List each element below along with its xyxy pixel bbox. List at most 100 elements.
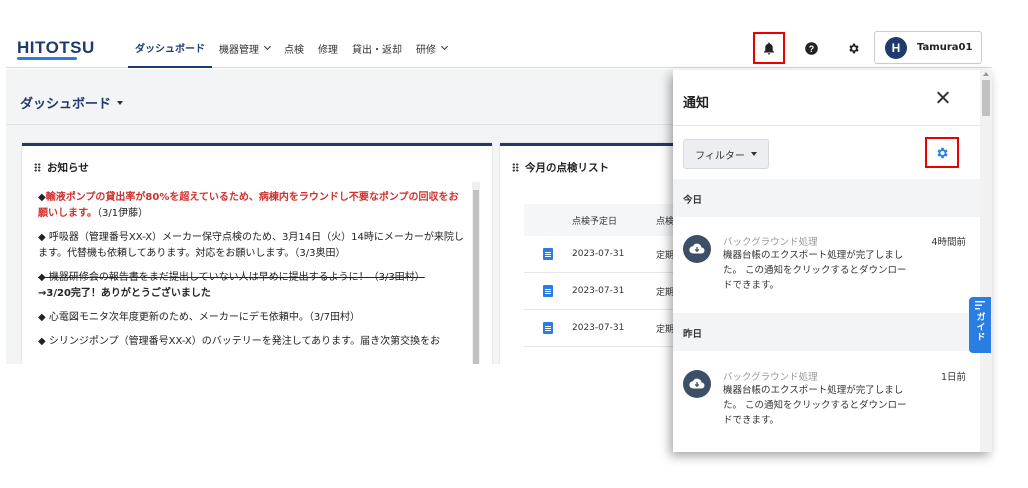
gear-icon	[937, 147, 948, 158]
dashboard-page: ダッシュボード お知らせ ◆輸液ポンプの貸出率が80%を超えているため、病棟内を…	[6, 69, 674, 364]
scrollbar-thumb[interactable]	[473, 190, 479, 364]
nav-label: 機器管理	[219, 44, 259, 56]
news-card: お知らせ ◆輸液ポンプの貸出率が80%を超えているため、病棟内をラウンドし不要な…	[22, 143, 492, 364]
notification-category: バックグラウンド処理	[723, 372, 818, 383]
divider	[6, 124, 674, 125]
bell-icon	[764, 42, 774, 54]
scrollbar-thumb[interactable]	[982, 80, 990, 116]
top-header: HITOTSU ダッシュボード 機器管理 点検 修理 貸出・返却 研修 ? H …	[6, 28, 992, 68]
svg-text:?: ?	[808, 43, 814, 53]
inspection-date: 2023-07-31	[572, 286, 625, 296]
notifications-button[interactable]	[753, 32, 785, 64]
inspection-date: 2023-07-31	[572, 323, 625, 333]
scroll-up-arrow-icon[interactable]	[983, 72, 989, 76]
table-row[interactable]: 2023-07-31 定期	[524, 236, 674, 273]
caret-down-icon	[750, 152, 757, 156]
news-title: お知らせ	[47, 162, 89, 174]
notification-time: 4時間前	[931, 237, 966, 248]
guide-list-icon	[975, 301, 985, 310]
news-card-header[interactable]: お知らせ	[34, 160, 89, 175]
avatar: H	[885, 36, 907, 59]
nav-item-training[interactable]: 研修	[409, 28, 454, 68]
inspection-date: 2023-07-31	[572, 249, 625, 259]
notification-time: 1日前	[940, 372, 966, 383]
download-cloud-icon	[683, 370, 711, 398]
nav-item-lending[interactable]: 貸出・返却	[345, 28, 409, 68]
section-header-yesterday: 昨日	[673, 313, 980, 351]
filter-label: フィルター	[695, 150, 745, 162]
struck-text: 機器研修会の報告書をまだ提出していない人は早めに提出するように！（3/3田村）	[48, 272, 425, 283]
notification-settings-button[interactable]	[925, 137, 959, 168]
clipboard-icon[interactable]	[543, 322, 553, 334]
download-cloud-icon	[683, 235, 711, 263]
clipboard-icon[interactable]	[543, 285, 553, 297]
chevron-down-icon	[263, 42, 272, 51]
checklist-card-header[interactable]: 今月の点検リスト	[512, 160, 609, 175]
close-icon[interactable]	[935, 90, 951, 106]
checklist-card: 今月の点検リスト 点検予定日 点検 2023-07-31 定期 2023-07-…	[500, 143, 674, 364]
inspection-type: 定期	[656, 287, 674, 298]
help-icon: ?	[804, 41, 818, 55]
nav-label: ダッシュボード	[135, 43, 205, 55]
list-item: ◆ 機器研修会の報告書をまだ提出していない人は早めに提出するように！（3/3田村…	[38, 270, 468, 302]
nav-label: 研修	[416, 44, 436, 56]
notification-category: バックグラウンド処理	[723, 237, 818, 248]
notification-scrollbar[interactable]	[980, 70, 992, 452]
news-list: ◆輸液ポンプの貸出率が80%を超えているため、病棟内をラウンドし不要なポンプの回…	[38, 190, 468, 358]
nav-label: 修理	[318, 44, 338, 56]
nav-item-inspection[interactable]: 点検	[277, 28, 311, 68]
notification-body: 機器台帳のエクスポート処理が完了しました。 この通知をクリックするとダウンロード…	[723, 250, 907, 291]
bullet: ◆	[38, 192, 46, 203]
inspection-type: 定期	[656, 250, 674, 261]
table-header: 点検予定日 点検	[524, 204, 674, 236]
main-nav: ダッシュボード 機器管理 点検 修理 貸出・返却 研修	[128, 28, 454, 68]
followup-text: →3/20完了！ありがとうございました	[38, 288, 211, 299]
list-item: ◆輸液ポンプの貸出率が80%を超えているため、病棟内をラウンドし不要なポンプの回…	[38, 190, 468, 222]
bullet: ◆	[38, 336, 46, 347]
news-scrollbar[interactable]	[472, 182, 480, 364]
guide-label: ガイド	[974, 312, 985, 342]
app-logo[interactable]: HITOTSU	[17, 38, 95, 58]
list-item: ◆ 呼吸器（管理番号XX-X）メーカー保守点検のため、3月14日（火）14時にメ…	[38, 230, 468, 262]
notification-panel-title: 通知	[683, 96, 710, 111]
divider	[673, 125, 980, 126]
checklist-title: 今月の点検リスト	[525, 162, 609, 174]
clipboard-icon[interactable]	[543, 248, 553, 260]
notification-body: 機器台帳のエクスポート処理が完了しました。 この通知をクリックするとダウンロード…	[723, 385, 907, 426]
news-note: （3/1伊藤）	[97, 208, 149, 219]
inspection-type: 定期	[656, 324, 674, 335]
nav-item-dashboard[interactable]: ダッシュボード	[128, 28, 212, 68]
bullet: ◆	[38, 312, 46, 323]
bullet: ◆	[38, 232, 46, 243]
nav-item-repair[interactable]: 修理	[311, 28, 345, 68]
table-row[interactable]: 2023-07-31 定期	[524, 310, 674, 347]
drag-handle-icon[interactable]	[512, 163, 519, 172]
user-menu-button[interactable]: H Tamura01	[874, 31, 982, 64]
column-header[interactable]: 点検予定日	[572, 214, 656, 227]
settings-button[interactable]	[837, 32, 869, 64]
list-item: ◆ 心電図モニタ次年度更新のため、メーカーにデモ依頼中。（3/7田村）	[38, 310, 468, 326]
news-text: 呼吸器（管理番号XX-X）メーカー保守点検のため、3月14日（火）14時にメーカ…	[38, 232, 464, 259]
nav-item-equipment[interactable]: 機器管理	[212, 28, 277, 68]
page-title-text: ダッシュボード	[20, 97, 112, 112]
news-text: シリンジポンプ（管理番号XX-X）のバッテリーを発注してあります。届き次第交換を…	[48, 336, 441, 347]
list-item: ◆ シリンジポンプ（管理番号XX-X）のバッテリーを発注してあります。届き次第交…	[38, 334, 468, 350]
notification-item[interactable]: バックグラウンド処理 4時間前 機器台帳のエクスポート処理が完了しました。 この…	[673, 217, 980, 313]
drag-handle-icon[interactable]	[34, 163, 41, 172]
section-header-today: 今日	[673, 179, 980, 217]
notification-item[interactable]: バックグラウンド処理 1日前 機器台帳のエクスポート処理が完了しました。 この通…	[673, 352, 980, 448]
page-title[interactable]: ダッシュボード	[20, 93, 124, 112]
nav-label: 点検	[284, 44, 304, 56]
news-text: 心電図モニタ次年度更新のため、メーカーにデモ依頼中。（3/7田村）	[48, 312, 360, 323]
table-row[interactable]: 2023-07-31 定期	[524, 273, 674, 310]
nav-label: 貸出・返却	[352, 44, 402, 56]
user-name: Tamura01	[917, 42, 973, 53]
gear-icon	[848, 43, 859, 53]
filter-dropdown[interactable]: フィルター	[683, 139, 769, 169]
notification-panel: 通知 フィルター 今日 バックグラウンド処理 4時間前 機器台帳のエクスポート処…	[673, 70, 992, 452]
column-header[interactable]: 点検	[656, 214, 674, 227]
help-button[interactable]: ?	[795, 32, 827, 64]
guide-tab-button[interactable]: ガイド	[969, 297, 991, 353]
caret-down-icon	[117, 100, 124, 105]
checklist-table: 点検予定日 点検 2023-07-31 定期 2023-07-31 定期 202…	[524, 204, 674, 347]
